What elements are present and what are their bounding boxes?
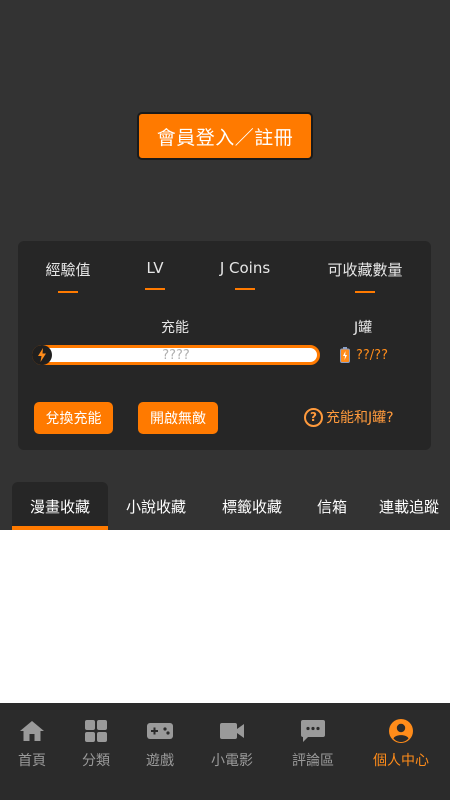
video-camera-icon [197,719,267,743]
bottom-navigation: 首頁 分類 遊戲 小電影 評論區 個人中心 [0,703,450,800]
question-icon: ? [304,407,323,427]
collection-tabs: 漫畫收藏 小說收藏 標籤收藏 信箱 連載追蹤 [0,482,450,530]
nav-label: 分類 [82,753,110,769]
stats-card: 經驗值 LV J Coins 可收藏數量 充能 J罐 ???? ??/?? 兌換… [18,241,431,450]
stat-label: 經驗值 [45,261,91,279]
battery-jar-icon [340,347,350,363]
nav-label: 遊戲 [146,753,174,769]
stat-label: LV [146,259,164,277]
energy-progress-bar: ???? [32,345,320,365]
home-icon [0,719,67,743]
energy-value: ???? [162,347,190,363]
tab-tag-collection[interactable]: 標籤收藏 [208,482,296,530]
login-register-button[interactable]: 會員登入／註冊 [137,112,313,160]
jar-label: J罐 [354,320,373,336]
stat-jcoins: J Coins [212,259,278,290]
user-profile-icon [361,719,441,743]
tab-novel-collection[interactable]: 小說收藏 [112,482,200,530]
collection-content [0,530,450,703]
stat-value-placeholder [58,291,78,293]
lightning-icon [32,345,52,365]
jar-status: ??/?? [340,347,388,363]
help-label: 充能和J罐? [326,410,394,426]
exchange-energy-button[interactable]: 兌換充能 [34,402,113,434]
tab-inbox[interactable]: 信箱 [302,482,362,530]
gamepad-icon [125,719,195,743]
comment-icon [278,719,348,743]
tab-comic-collection[interactable]: 漫畫收藏 [12,482,108,530]
grid-icon [61,719,131,743]
nav-label: 首頁 [18,753,46,769]
profile-header: 會員登入／註冊 經驗值 LV J Coins 可收藏數量 充能 J罐 ???? [0,0,450,530]
nav-label: 小電影 [211,753,253,769]
enable-invincible-button[interactable]: 開啟無敵 [138,402,218,434]
nav-label: 個人中心 [373,753,429,769]
nav-short-video[interactable]: 小電影 [197,719,267,770]
nav-label: 評論區 [292,753,334,769]
energy-label: 充能 [161,320,189,336]
stat-value-placeholder [355,291,375,293]
stat-label: 可收藏數量 [327,261,403,279]
stat-value-placeholder [145,288,165,290]
stat-collection-capacity: 可收藏數量 [323,259,407,293]
stat-level: LV [135,259,175,290]
energy-help-link[interactable]: ? 充能和J罐? [304,407,394,427]
stat-experience: 經驗值 [44,259,92,293]
nav-comments[interactable]: 評論區 [278,719,348,770]
nav-home[interactable]: 首頁 [0,719,67,770]
jar-value: ??/?? [356,347,388,363]
stat-label: J Coins [219,259,271,277]
nav-profile[interactable]: 個人中心 [361,719,441,770]
tab-serial-tracking[interactable]: 連載追蹤 [368,482,450,530]
nav-games[interactable]: 遊戲 [125,719,195,770]
nav-category[interactable]: 分類 [61,719,131,770]
stat-value-placeholder [235,288,255,290]
